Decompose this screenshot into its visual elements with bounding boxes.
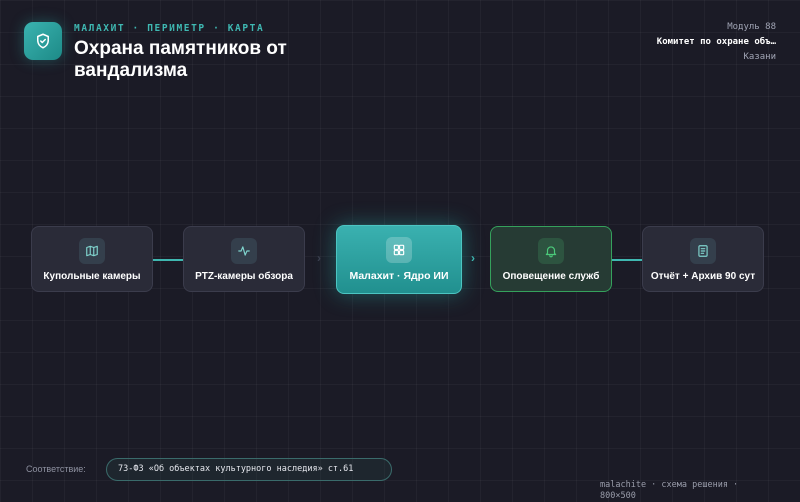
client-name: Комитет по охране объ… <box>656 37 776 47</box>
node-label: Отчёт + Архив 90 сут <box>650 271 756 282</box>
compliance-label: Соответствие: <box>26 464 86 474</box>
client-city: Казани <box>743 52 776 62</box>
shield-logo <box>24 22 62 60</box>
node-label: PTZ-камеры обзора <box>195 271 293 282</box>
flow-node-report-archive[interactable]: Отчёт + Архив 90 сут <box>642 226 764 292</box>
document-icon <box>690 238 716 264</box>
grid-icon <box>386 237 412 263</box>
breadcrumb: МАЛАХИТ · ПЕРИМЕТР · КАРТА <box>74 23 265 34</box>
node-label: Малахит · Ядро ИИ <box>349 270 449 282</box>
pulse-icon <box>231 238 257 264</box>
flow-node-alert-services[interactable]: Оповещение служб <box>490 226 612 292</box>
node-label: Купольные камеры <box>43 271 141 282</box>
flow-node-ptz-cameras[interactable]: PTZ-камеры обзора <box>183 226 305 292</box>
shield-icon <box>37 33 49 49</box>
chevron-right-icon: › <box>317 251 321 265</box>
connector-line-2 <box>612 259 642 261</box>
module-meta: Модуль 88 Комитет по охране объ… Казани <box>626 20 776 65</box>
page-title: Охрана памятников от вандализма <box>74 38 287 81</box>
connector-line-1 <box>153 259 183 261</box>
map-icon <box>79 238 105 264</box>
module-number: Модуль 88 <box>727 22 776 32</box>
node-label: Оповещение служб <box>502 271 600 282</box>
bell-icon <box>538 238 564 264</box>
flow-node-ai-core[interactable]: Малахит · Ядро ИИ <box>336 225 462 294</box>
chevron-right-icon: › <box>471 251 475 265</box>
compliance-text: 73-ФЗ «Об объектах культурного наследия»… <box>118 464 354 474</box>
flow-node-dome-cameras[interactable]: Купольные камеры <box>31 226 153 292</box>
footer-caption: malachite · схема решения · 800×500 <box>600 480 739 501</box>
